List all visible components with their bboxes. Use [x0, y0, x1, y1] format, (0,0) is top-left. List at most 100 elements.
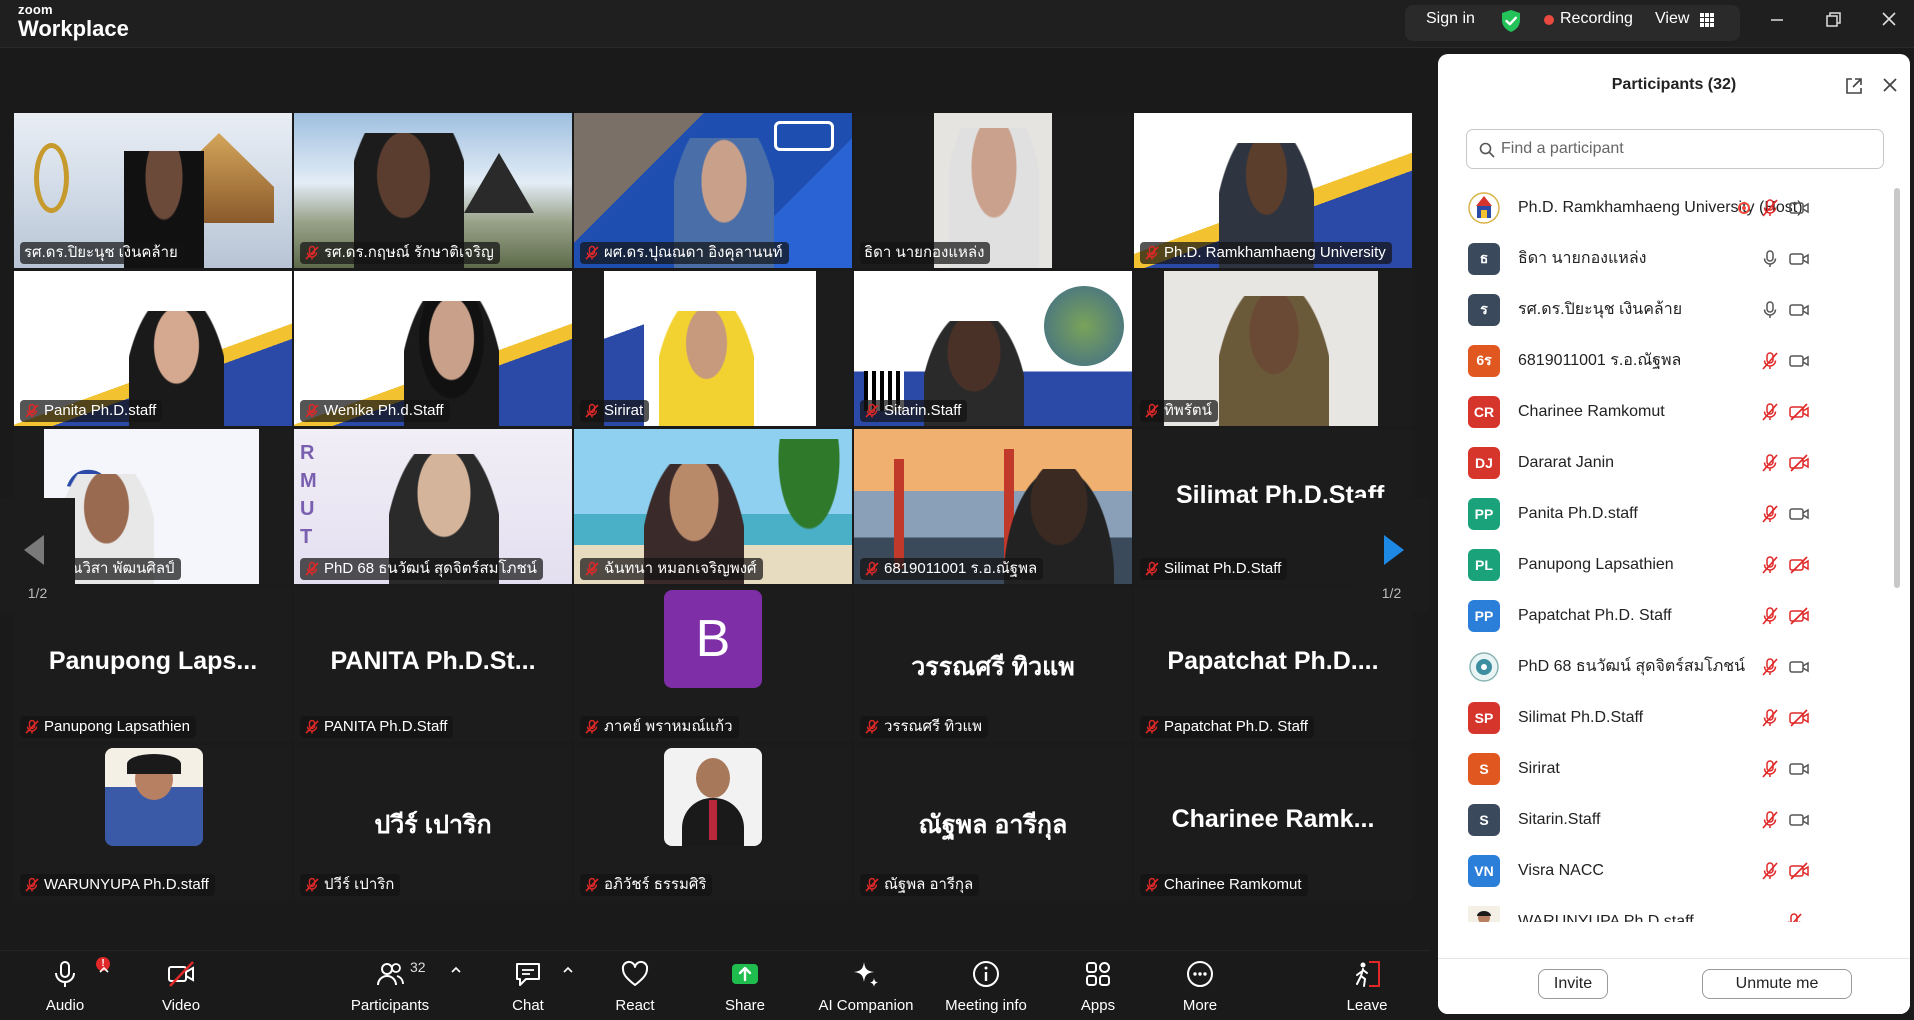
camera-icon[interactable]: [1788, 759, 1810, 779]
camera-icon[interactable]: [1788, 504, 1810, 524]
avatar: ธ: [1468, 242, 1500, 275]
video-tile[interactable]: B ภาคย์ พราหมณ์แก้ว: [574, 587, 852, 742]
avatar-initial: B: [695, 610, 731, 668]
view-button[interactable]: View: [1655, 10, 1689, 28]
camera-off-icon[interactable]: [1788, 861, 1810, 881]
participant-row[interactable]: ธ ธิดา นายกองแหล่ง: [1438, 233, 1910, 284]
ai-companion-button[interactable]: AI Companion: [816, 951, 916, 1020]
leave-button[interactable]: Leave: [1342, 951, 1392, 1020]
video-tile[interactable]: Ph.D. Ramkhamhaeng University: [1134, 113, 1412, 268]
audio-button[interactable]: ! Audio: [30, 951, 110, 1020]
mic-muted-icon[interactable]: [1760, 657, 1780, 677]
mic-muted-icon[interactable]: [1760, 198, 1780, 218]
more-button[interactable]: More: [1175, 951, 1225, 1020]
video-tile[interactable]: PANITA Ph.D.St... PANITA Ph.D.Staff: [294, 587, 572, 742]
participant-row[interactable]: ร รศ.ดร.ปิยะนุช เงินคล้าย: [1438, 284, 1910, 335]
camera-off-icon[interactable]: [1788, 555, 1810, 575]
mic-muted-icon[interactable]: [1760, 402, 1780, 422]
meeting-info-button[interactable]: Meeting info: [940, 951, 1032, 1020]
react-button[interactable]: React: [610, 951, 660, 1020]
participants-label: Participants: [350, 997, 430, 1014]
camera-off-icon[interactable]: [1788, 708, 1810, 728]
restore-icon[interactable]: [1818, 8, 1848, 32]
video-tile[interactable]: รศ.ดร.ปิยะนุช เงินคล้าย: [14, 113, 292, 268]
video-tile[interactable]: ทิพรัตน์: [1134, 271, 1412, 426]
mic-muted-icon[interactable]: [1760, 504, 1780, 524]
video-tile[interactable]: WARUNYUPA Ph.D.staff: [14, 745, 292, 900]
share-button[interactable]: Share: [720, 951, 770, 1020]
unmute-me-button[interactable]: Unmute me: [1702, 969, 1852, 999]
mic-muted-icon[interactable]: [1760, 606, 1780, 626]
video-tile[interactable]: Sirirat: [574, 271, 852, 426]
video-tile[interactable]: วรรณศรี ทิวแพ วรรณศรี ทิวแพ: [854, 587, 1132, 742]
chevron-up-icon[interactable]: [98, 965, 110, 975]
close-window-icon[interactable]: [1874, 8, 1904, 32]
participant-row[interactable]: PL Panupong Lapsathien: [1438, 539, 1910, 590]
close-icon[interactable]: [1881, 76, 1899, 94]
video-tile[interactable]: ฉันทนา หมอกเจริญพงศ์: [574, 429, 852, 584]
participant-row[interactable]: DJ Dararat Janin: [1438, 437, 1910, 488]
video-button[interactable]: Video: [146, 951, 216, 1020]
next-page-button[interactable]: 1/2: [1354, 498, 1429, 613]
camera-icon[interactable]: [1788, 249, 1810, 269]
participant-row[interactable]: S Sitarin.Staff: [1438, 794, 1910, 845]
avatar-initials: DJ: [1475, 454, 1493, 471]
pop-out-icon[interactable]: [1844, 76, 1864, 96]
mic-muted-icon[interactable]: [1760, 555, 1780, 575]
apps-button[interactable]: Apps: [1073, 951, 1123, 1020]
grid-view-icon[interactable]: [1700, 13, 1714, 27]
previous-page-button[interactable]: 1/2: [0, 498, 75, 613]
camera-off-icon[interactable]: [1788, 453, 1810, 473]
chevron-up-icon[interactable]: [562, 965, 574, 975]
avatar: ร: [1468, 293, 1500, 326]
mic-muted-icon[interactable]: [1760, 708, 1780, 728]
video-tile[interactable]: 6819011001 ร.อ.ณัฐพล: [854, 429, 1132, 584]
camera-icon[interactable]: [1788, 351, 1810, 371]
camera-off-icon[interactable]: [1788, 606, 1810, 626]
video-tile[interactable]: Charinee Ramk... Charinee Ramkomut: [1134, 745, 1412, 900]
video-tile[interactable]: อภิวัชร์ ธรรมศิริ: [574, 745, 852, 900]
mic-muted-icon[interactable]: [1760, 759, 1780, 779]
participant-row[interactable]: VN Visra NACC: [1438, 845, 1910, 896]
mic-icon[interactable]: [1760, 249, 1780, 269]
camera-icon[interactable]: [1788, 657, 1810, 677]
invite-button[interactable]: Invite: [1538, 969, 1608, 999]
participant-row[interactable]: PP Papatchat Ph.D. Staff: [1438, 590, 1910, 641]
minimize-icon[interactable]: [1762, 8, 1792, 32]
mic-muted-icon[interactable]: [1760, 810, 1780, 830]
participant-row[interactable]: S Sirirat: [1438, 743, 1910, 794]
panel-scrollbar[interactable]: [1894, 188, 1900, 588]
camera-icon[interactable]: [1788, 198, 1810, 218]
participant-row[interactable]: SP Silimat Ph.D.Staff: [1438, 692, 1910, 743]
sign-in-button[interactable]: Sign in: [1426, 10, 1475, 28]
encryption-shield-icon[interactable]: [1500, 9, 1522, 33]
chevron-up-icon[interactable]: [450, 965, 462, 975]
participant-row[interactable]: PP Panita Ph.D.staff: [1438, 488, 1910, 539]
search-input[interactable]: [1501, 130, 1871, 168]
participant-row[interactable]: CR Charinee Ramkomut: [1438, 386, 1910, 437]
video-tile[interactable]: ธิดา นายกองแหล่ง: [854, 113, 1132, 268]
video-tile[interactable]: Wenika Ph.d.Staff: [294, 271, 572, 426]
mic-muted-icon[interactable]: [1760, 351, 1780, 371]
mic-muted-icon[interactable]: [1760, 453, 1780, 473]
participant-row[interactable]: WARUNYUPA Ph.D.staff: [1438, 896, 1910, 922]
mic-muted-icon[interactable]: [1784, 912, 1804, 922]
video-tile[interactable]: RMUT PhD 68 ธนวัฒน์ สุดจิตร์สมโภชน์: [294, 429, 572, 584]
video-tile[interactable]: ผศ.ดร.ปุณณดา อิงคุลานนท์: [574, 113, 852, 268]
camera-icon[interactable]: [1788, 300, 1810, 320]
participant-name: Sirirat: [1518, 759, 1560, 777]
mic-muted-icon[interactable]: [1760, 861, 1780, 881]
video-tile[interactable]: Sitarin.Staff: [854, 271, 1132, 426]
mic-icon[interactable]: [1760, 300, 1780, 320]
camera-off-icon[interactable]: [1788, 402, 1810, 422]
participant-row[interactable]: PhD 68 ธนวัฒน์ สุดจิตร์สมโภชน์: [1438, 641, 1910, 692]
video-tile[interactable]: ปวีร์ เปาริก ปวีร์ เปาริก: [294, 745, 572, 900]
video-tile[interactable]: ณัฐพล อารีกุล ณัฐพล อารีกุล: [854, 745, 1132, 900]
participant-row[interactable]: Ph.D. Ramkhamhaeng University (Host): [1438, 182, 1910, 233]
chat-button[interactable]: Chat: [500, 951, 556, 1020]
video-tile[interactable]: รศ.ดร.กฤษณ์ รักษาติเจริญ: [294, 113, 572, 268]
video-tile[interactable]: Panita Ph.D.staff: [14, 271, 292, 426]
recording-indicator[interactable]: Recording: [1560, 10, 1633, 28]
participant-row[interactable]: 6ร 6819011001 ร.อ.ณัฐพล: [1438, 335, 1910, 386]
camera-icon[interactable]: [1788, 810, 1810, 830]
